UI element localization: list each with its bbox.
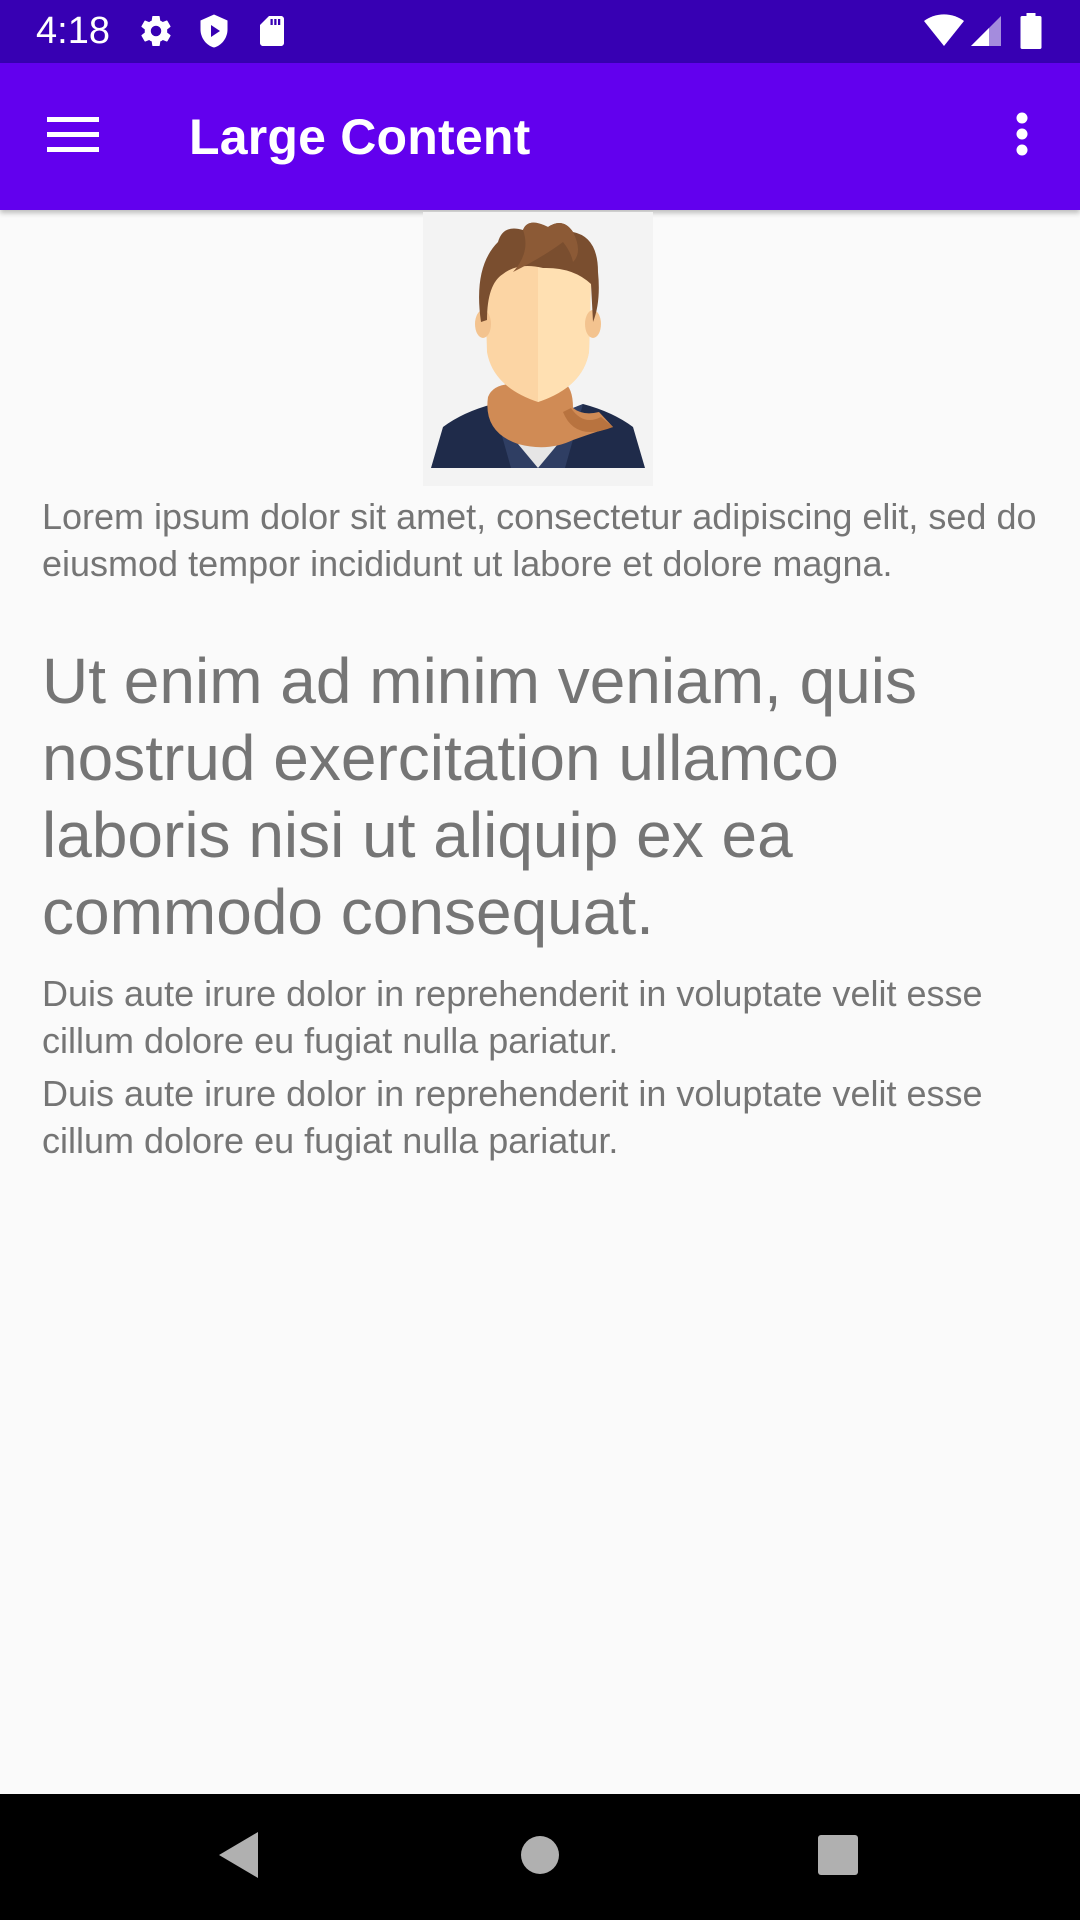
- paragraph-intro: Lorem ipsum dolor sit amet, consectetur …: [42, 496, 1037, 584]
- paragraph-duis-2: Duis aute irure dolor in reprehenderit i…: [42, 1073, 983, 1161]
- recents-square-icon: [817, 1834, 859, 1881]
- recents-button[interactable]: [798, 1817, 878, 1897]
- wifi-icon: [924, 13, 964, 49]
- gear-icon: [138, 13, 174, 49]
- cell-signal-icon: [968, 13, 1004, 49]
- shield-play-icon: [196, 13, 232, 49]
- home-button[interactable]: [500, 1817, 580, 1897]
- paragraph-large: Ut enim ad minim veniam, quis nostrud ex…: [42, 645, 917, 948]
- hamburger-menu-icon: [46, 115, 99, 158]
- app-bar: Large Content: [0, 63, 1080, 210]
- paragraph-duis-1: Duis aute irure dolor in reprehenderit i…: [42, 973, 983, 1061]
- person-avatar-image: [423, 212, 653, 486]
- more-vert-icon: [1015, 112, 1029, 161]
- sd-card-icon: [254, 13, 290, 49]
- menu-button[interactable]: [30, 96, 115, 176]
- page-title: Large Content: [189, 109, 531, 165]
- navigation-bar: [0, 1794, 1080, 1920]
- back-button[interactable]: [198, 1817, 278, 1897]
- battery-icon: [1018, 13, 1044, 49]
- overflow-menu-button[interactable]: [992, 96, 1052, 176]
- home-circle-icon: [520, 1835, 560, 1880]
- status-bar: 4:18: [0, 0, 1080, 63]
- status-time: 4:18: [36, 10, 110, 52]
- back-triangle-icon: [216, 1830, 260, 1885]
